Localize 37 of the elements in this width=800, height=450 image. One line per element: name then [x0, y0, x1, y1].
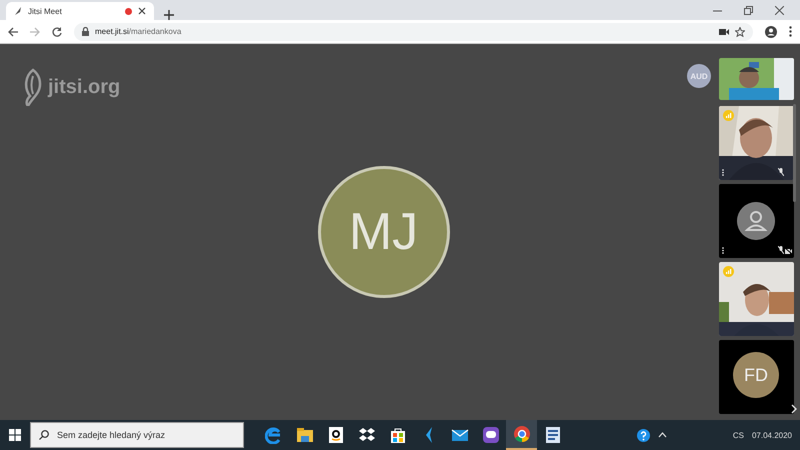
- lock-icon: [82, 27, 89, 36]
- help-icon[interactable]: [636, 428, 650, 442]
- browser-tab[interactable]: Jitsi Meet: [6, 2, 154, 20]
- taskbar-app-button[interactable]: [506, 420, 537, 450]
- restore-icon[interactable]: [744, 6, 753, 14]
- account-icon[interactable]: [765, 26, 777, 38]
- star-icon[interactable]: [735, 26, 745, 36]
- chevron-up-icon[interactable]: [658, 432, 667, 438]
- tab-title: Jitsi Meet: [28, 6, 63, 16]
- language-indicator[interactable]: CS: [732, 430, 744, 440]
- speaker-avatar: MJ: [318, 166, 450, 298]
- chrome-icon: [512, 425, 530, 443]
- logo-text: jitsi.org: [48, 76, 120, 98]
- shopping-bag-icon: [388, 426, 406, 444]
- search-icon: [39, 430, 49, 440]
- clock-date[interactable]: 07.04.2020: [752, 430, 792, 440]
- menu-icon[interactable]: [789, 26, 792, 37]
- back-icon[interactable]: [8, 26, 18, 36]
- participant-avatar: FD: [733, 352, 779, 398]
- windows-icon[interactable]: [9, 429, 21, 441]
- edge-icon: [264, 426, 282, 444]
- search-field[interactable]: Sem zadejte hledaný výraz: [30, 422, 244, 448]
- dropbox-icon: [358, 426, 376, 444]
- person-avatar-icon: [737, 202, 775, 240]
- chat-app-icon: [482, 426, 500, 444]
- address-field[interactable]: meet.jit.si/mariedankova: [95, 27, 182, 36]
- folder-icon: [296, 426, 314, 444]
- new-tab-icon[interactable]: [164, 10, 174, 20]
- chevron-right-icon[interactable]: [791, 404, 797, 414]
- reload-icon[interactable]: [52, 26, 62, 36]
- close-icon[interactable]: [775, 6, 784, 14]
- camera-icon[interactable]: [719, 28, 729, 36]
- audio-avatar: AUD: [687, 64, 711, 88]
- document-icon: [544, 426, 562, 444]
- video-tile[interactable]: [719, 184, 794, 258]
- close-icon[interactable]: [138, 7, 146, 15]
- leaf-logo-icon: [22, 68, 44, 106]
